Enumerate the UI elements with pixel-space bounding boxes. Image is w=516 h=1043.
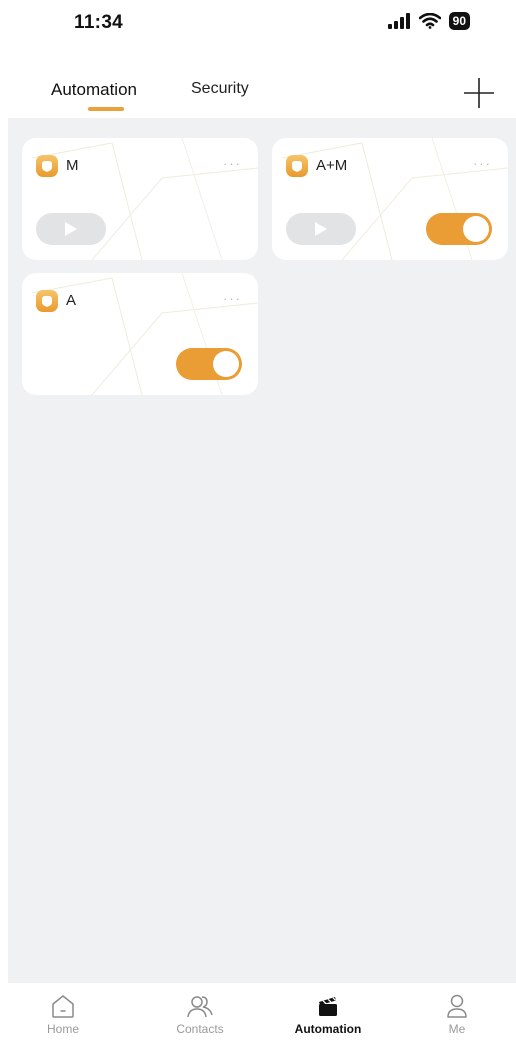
person-icon <box>447 994 467 1018</box>
more-options-icon[interactable]: ··· <box>223 291 242 306</box>
more-options-icon[interactable]: ··· <box>473 156 492 171</box>
play-icon <box>65 222 77 236</box>
header: Automation Security <box>0 46 516 118</box>
battery-indicator: 90 <box>448 12 470 30</box>
run-button[interactable] <box>286 213 356 245</box>
status-icons: 90 <box>387 12 470 30</box>
nav-label: Automation <box>294 1022 362 1036</box>
status-bar: 11:34 90 <box>0 0 516 46</box>
more-options-icon[interactable]: ··· <box>223 156 242 171</box>
wifi-icon <box>418 13 441 29</box>
automation-card[interactable]: M ··· <box>22 138 258 260</box>
automation-icon <box>36 155 58 177</box>
nav-contacts[interactable]: Contacts <box>145 993 255 1036</box>
tab-security[interactable]: Security <box>191 80 249 98</box>
status-time: 11:34 <box>74 12 124 33</box>
nav-label: Me <box>448 1022 466 1036</box>
automation-name: A <box>66 292 77 309</box>
toggle-knob <box>463 216 489 242</box>
home-icon <box>52 995 74 1018</box>
signal-icon <box>387 13 410 29</box>
active-tab-indicator <box>88 107 124 111</box>
automation-icon <box>36 290 58 312</box>
nav-me[interactable]: Me <box>402 993 512 1036</box>
enable-toggle[interactable] <box>426 213 492 245</box>
toggle-knob <box>213 351 239 377</box>
run-button[interactable] <box>36 213 106 245</box>
plus-icon[interactable] <box>462 76 496 110</box>
clapperboard-icon <box>319 997 337 1016</box>
automation-icon <box>286 155 308 177</box>
automation-list: M ··· A+M ··· A ··· <box>8 118 516 983</box>
nav-label: Contacts <box>176 1022 224 1036</box>
automation-name: A+M <box>316 157 348 174</box>
automation-name: M <box>66 157 79 174</box>
automation-card[interactable]: A+M ··· <box>272 138 508 260</box>
contacts-icon <box>187 996 213 1018</box>
tab-automation[interactable]: Automation <box>51 80 137 100</box>
automation-card[interactable]: A ··· <box>22 273 258 395</box>
play-icon <box>315 222 327 236</box>
nav-automation[interactable]: Automation <box>273 993 383 1036</box>
nav-home[interactable]: Home <box>8 993 118 1036</box>
enable-toggle[interactable] <box>176 348 242 380</box>
nav-label: Home <box>46 1022 79 1036</box>
bottom-nav: Home Contacts Automation Me <box>0 983 516 1043</box>
